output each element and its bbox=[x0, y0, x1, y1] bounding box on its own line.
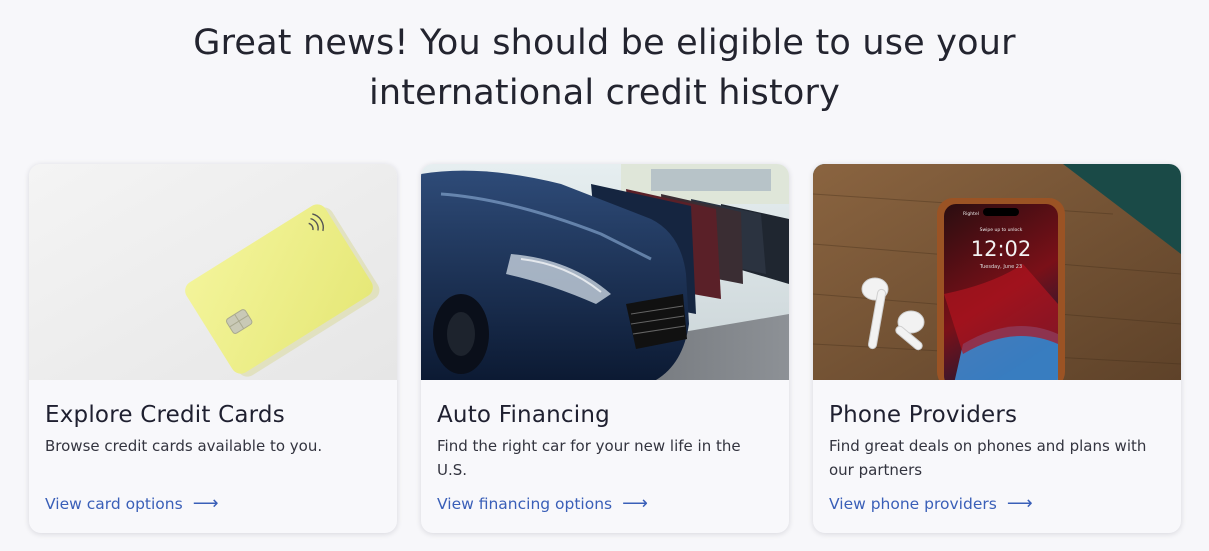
link-label: View card options bbox=[45, 495, 183, 513]
phone-date: Tuesday, June 23 bbox=[979, 264, 1022, 270]
headline-line-1: Great news! You should be eligible to us… bbox=[193, 23, 1016, 63]
card-title: Auto Financing bbox=[437, 402, 610, 428]
option-cards: Explore Credit Cards Browse credit cards… bbox=[29, 164, 1181, 533]
phone-time: 12:02 bbox=[971, 237, 1032, 261]
card-title: Phone Providers bbox=[829, 402, 1018, 428]
credit-cards-card[interactable]: Explore Credit Cards Browse credit cards… bbox=[29, 164, 397, 533]
phone-unlock-hint: Swipe up to unlock bbox=[980, 227, 1023, 233]
arrow-right-icon: ⟶ bbox=[622, 493, 648, 514]
view-phone-providers-link[interactable]: View phone providers ⟶ bbox=[829, 493, 1033, 514]
cars-image bbox=[421, 164, 789, 380]
view-card-options-link[interactable]: View card options ⟶ bbox=[45, 493, 219, 514]
card-description: Find great deals on phones and plans wit… bbox=[829, 437, 1147, 479]
view-financing-options-link[interactable]: View financing options ⟶ bbox=[437, 493, 648, 514]
card-description: Find the right car for your new life in … bbox=[437, 437, 741, 479]
card-title: Explore Credit Cards bbox=[45, 402, 285, 428]
arrow-right-icon: ⟶ bbox=[192, 493, 219, 514]
phone-image: Rightel Swipe up to unlock 12:02 Tuesday… bbox=[813, 164, 1181, 380]
credit-card-image bbox=[29, 164, 397, 380]
phone-providers-card[interactable]: Rightel Swipe up to unlock 12:02 Tuesday… bbox=[813, 164, 1181, 533]
page-headline: Great news! You should be eligible to us… bbox=[0, 18, 1209, 118]
phone-carrier: Rightel bbox=[963, 211, 979, 217]
link-label: View phone providers bbox=[829, 495, 997, 513]
headline-line-2: international credit history bbox=[368, 73, 841, 113]
link-label: View financing options bbox=[437, 495, 613, 513]
arrow-right-icon: ⟶ bbox=[1006, 493, 1033, 514]
card-description: Browse credit cards available to you. bbox=[45, 437, 323, 455]
auto-financing-card[interactable]: Auto Financing Find the right car for yo… bbox=[421, 164, 789, 533]
